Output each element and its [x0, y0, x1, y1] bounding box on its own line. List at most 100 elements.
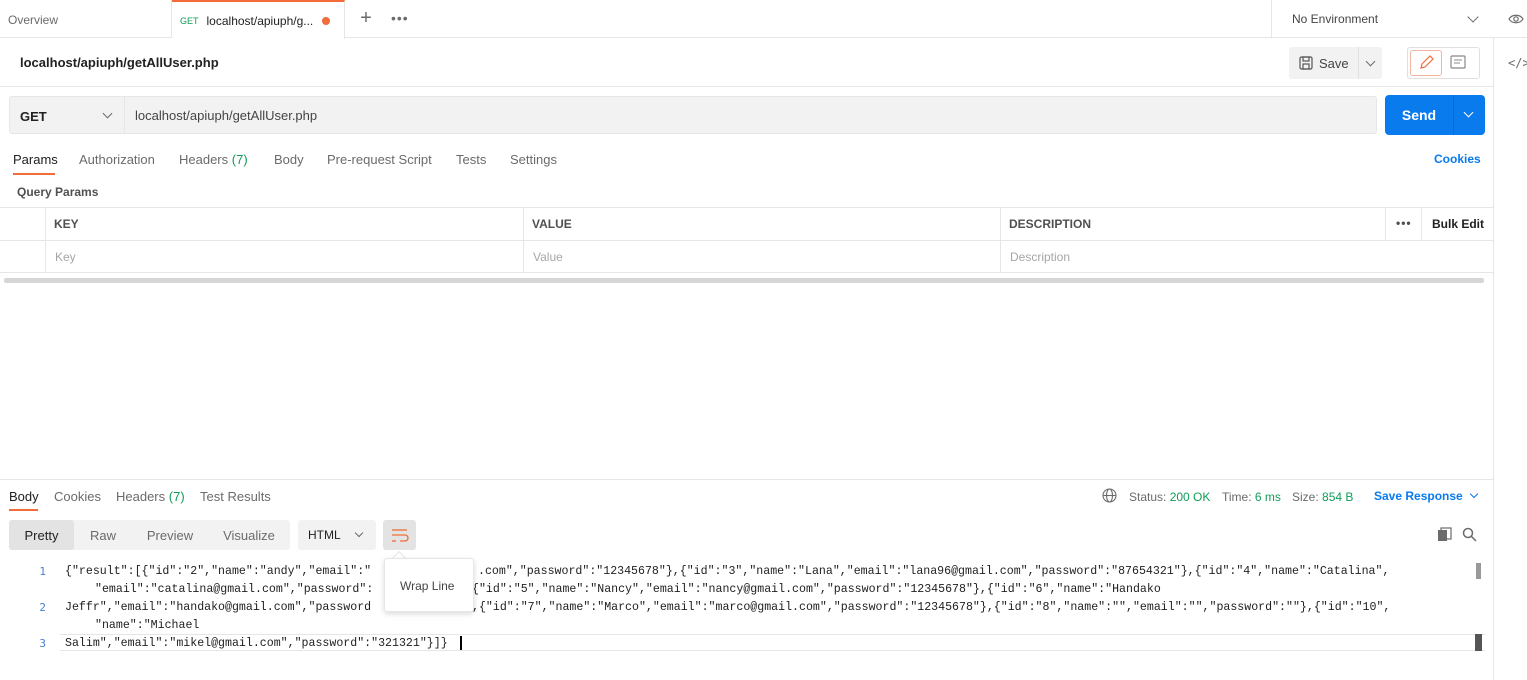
value-input[interactable]: Value [533, 250, 563, 264]
tab-request-active[interactable]: GET localhost/apiuph/g... [172, 0, 345, 39]
size-indicator[interactable]: Size: 854 B [1292, 490, 1353, 504]
new-tab-plus-icon[interactable]: + [356, 8, 376, 28]
cookies-link[interactable]: Cookies [1434, 152, 1481, 166]
line-number: 3 [39, 637, 46, 650]
save-response-button[interactable]: Save Response [1374, 489, 1463, 503]
tab-authorization[interactable]: Authorization [79, 152, 155, 167]
tab-method-badge: GET [180, 15, 199, 26]
tab-headers-label: Headers [179, 152, 229, 167]
response-tab-test-results[interactable]: Test Results [200, 489, 271, 504]
column-header-key: KEY [54, 217, 79, 231]
view-mode-toggle[interactable] [1407, 47, 1480, 79]
status-value: 200 OK [1169, 490, 1211, 504]
eye-icon[interactable] [1508, 12, 1524, 26]
active-tab-indicator [13, 173, 55, 175]
raw-button[interactable]: Raw [79, 520, 127, 550]
save-button[interactable]: Save [1289, 47, 1382, 79]
right-sidebar [1493, 38, 1527, 680]
language-select[interactable]: HTML [298, 520, 376, 550]
response-tab-cookies[interactable]: Cookies [54, 489, 101, 504]
headers-count: (7) [231, 152, 248, 167]
request-title: localhost/apiuph/getAllUser.php [20, 55, 219, 70]
line-number: 2 [39, 601, 46, 614]
description-input[interactable]: Description [1010, 250, 1070, 264]
language-label: HTML [308, 528, 341, 542]
code-icon[interactable]: </> [1508, 56, 1527, 70]
tab-label: localhost/apiuph/g... [206, 13, 314, 28]
time-value: 6 ms [1254, 490, 1281, 504]
save-icon [1299, 56, 1313, 70]
query-params-label: Query Params [17, 185, 99, 199]
response-headers-label: Headers [116, 489, 166, 504]
chevron-down-icon [354, 528, 364, 538]
method-select[interactable]: GET [9, 96, 125, 134]
vertical-scrollbar[interactable] [1476, 563, 1481, 579]
pane-divider[interactable] [0, 479, 1493, 480]
tab-headers[interactable]: Headers (7) [179, 152, 248, 167]
chevron-down-icon [102, 108, 113, 119]
response-headers-count: (7) [168, 489, 185, 504]
horizontal-scrollbar[interactable] [4, 278, 1484, 283]
chevron-down-icon[interactable] [1365, 56, 1376, 67]
column-divider [1421, 208, 1422, 241]
code-line[interactable]: {"id":"5","name":"Nancy","email":"nancy@… [472, 583, 1161, 596]
wrap-line-tooltip: Wrap Line [384, 558, 474, 612]
code-line[interactable]: Jeffr","email":"handako@gmail.com","pass… [65, 601, 371, 614]
time-indicator[interactable]: Time: 6 ms [1222, 490, 1281, 504]
response-tab-body[interactable]: Body [9, 489, 39, 504]
comment-icon[interactable] [1450, 55, 1466, 71]
search-icon[interactable] [1462, 527, 1477, 542]
column-header-description: DESCRIPTION [1009, 217, 1092, 231]
status-label: Status: [1129, 490, 1167, 504]
size-label: Size: [1292, 490, 1319, 504]
tab-body[interactable]: Body [274, 152, 304, 167]
size-value: 854 B [1322, 490, 1354, 504]
time-label: Time: [1222, 490, 1252, 504]
key-input[interactable]: Key [55, 250, 76, 264]
table-row-divider [0, 240, 1493, 241]
pretty-button[interactable]: Pretty [9, 520, 74, 550]
more-options-icon[interactable]: ••• [1396, 216, 1412, 230]
preview-button[interactable]: Preview [134, 520, 206, 550]
tab-tests[interactable]: Tests [456, 152, 486, 167]
column-divider [1385, 208, 1386, 241]
active-tab-indicator [9, 509, 38, 511]
vertical-scrollbar-thumb[interactable] [1475, 634, 1482, 651]
save-label: Save [1319, 55, 1349, 71]
code-line[interactable]: .com","password":"12345678"},{"id":"3","… [478, 565, 1389, 578]
send-divider [1453, 95, 1454, 135]
environment-selector[interactable]: No Environment [1271, 0, 1493, 38]
url-input[interactable]: localhost/apiuph/getAllUser.php [125, 96, 1377, 134]
body-view-segment: Pretty Raw Preview Visualize [9, 520, 290, 550]
tab-params[interactable]: Params [13, 152, 58, 167]
environment-label: No Environment [1292, 12, 1379, 26]
copy-icon[interactable] [1437, 527, 1452, 542]
tab-pre-request-script[interactable]: Pre-request Script [327, 152, 432, 167]
code-line[interactable]: "email":"catalina@gmail.com","password": [95, 583, 373, 596]
send-button[interactable]: Send [1385, 95, 1485, 135]
tab-settings[interactable]: Settings [510, 152, 557, 167]
column-divider [45, 208, 46, 273]
status-indicator[interactable]: Status: 200 OK [1129, 490, 1210, 504]
bulk-edit-button[interactable]: Bulk Edit [1432, 217, 1484, 231]
code-line[interactable]: ,{"id":"7","name":"Marco","email":"marco… [472, 601, 1390, 614]
edit-mode-button[interactable] [1410, 50, 1442, 76]
wrap-line-icon [392, 529, 409, 542]
tab-overview[interactable]: Overview [0, 0, 172, 38]
chevron-down-icon[interactable] [1469, 489, 1479, 499]
unsaved-dot-icon [322, 16, 331, 25]
divider [0, 86, 1493, 87]
send-label: Send [1401, 107, 1437, 123]
chevron-down-icon[interactable] [1463, 107, 1474, 118]
more-tabs-icon[interactable]: ••• [391, 10, 409, 26]
response-tab-headers[interactable]: Headers (7) [116, 489, 185, 504]
save-divider [1358, 47, 1359, 79]
wrap-line-button[interactable] [383, 520, 416, 550]
globe-icon[interactable] [1102, 488, 1117, 503]
code-line[interactable]: Salim","email":"mikel@gmail.com","passwo… [65, 637, 448, 650]
column-divider [523, 208, 524, 273]
visualize-button[interactable]: Visualize [211, 520, 287, 550]
code-line[interactable]: "name":"Michael [95, 619, 199, 632]
code-line[interactable]: {"result":[{"id":"2","name":"andy","emai… [65, 565, 371, 578]
pencil-icon [1420, 55, 1434, 69]
